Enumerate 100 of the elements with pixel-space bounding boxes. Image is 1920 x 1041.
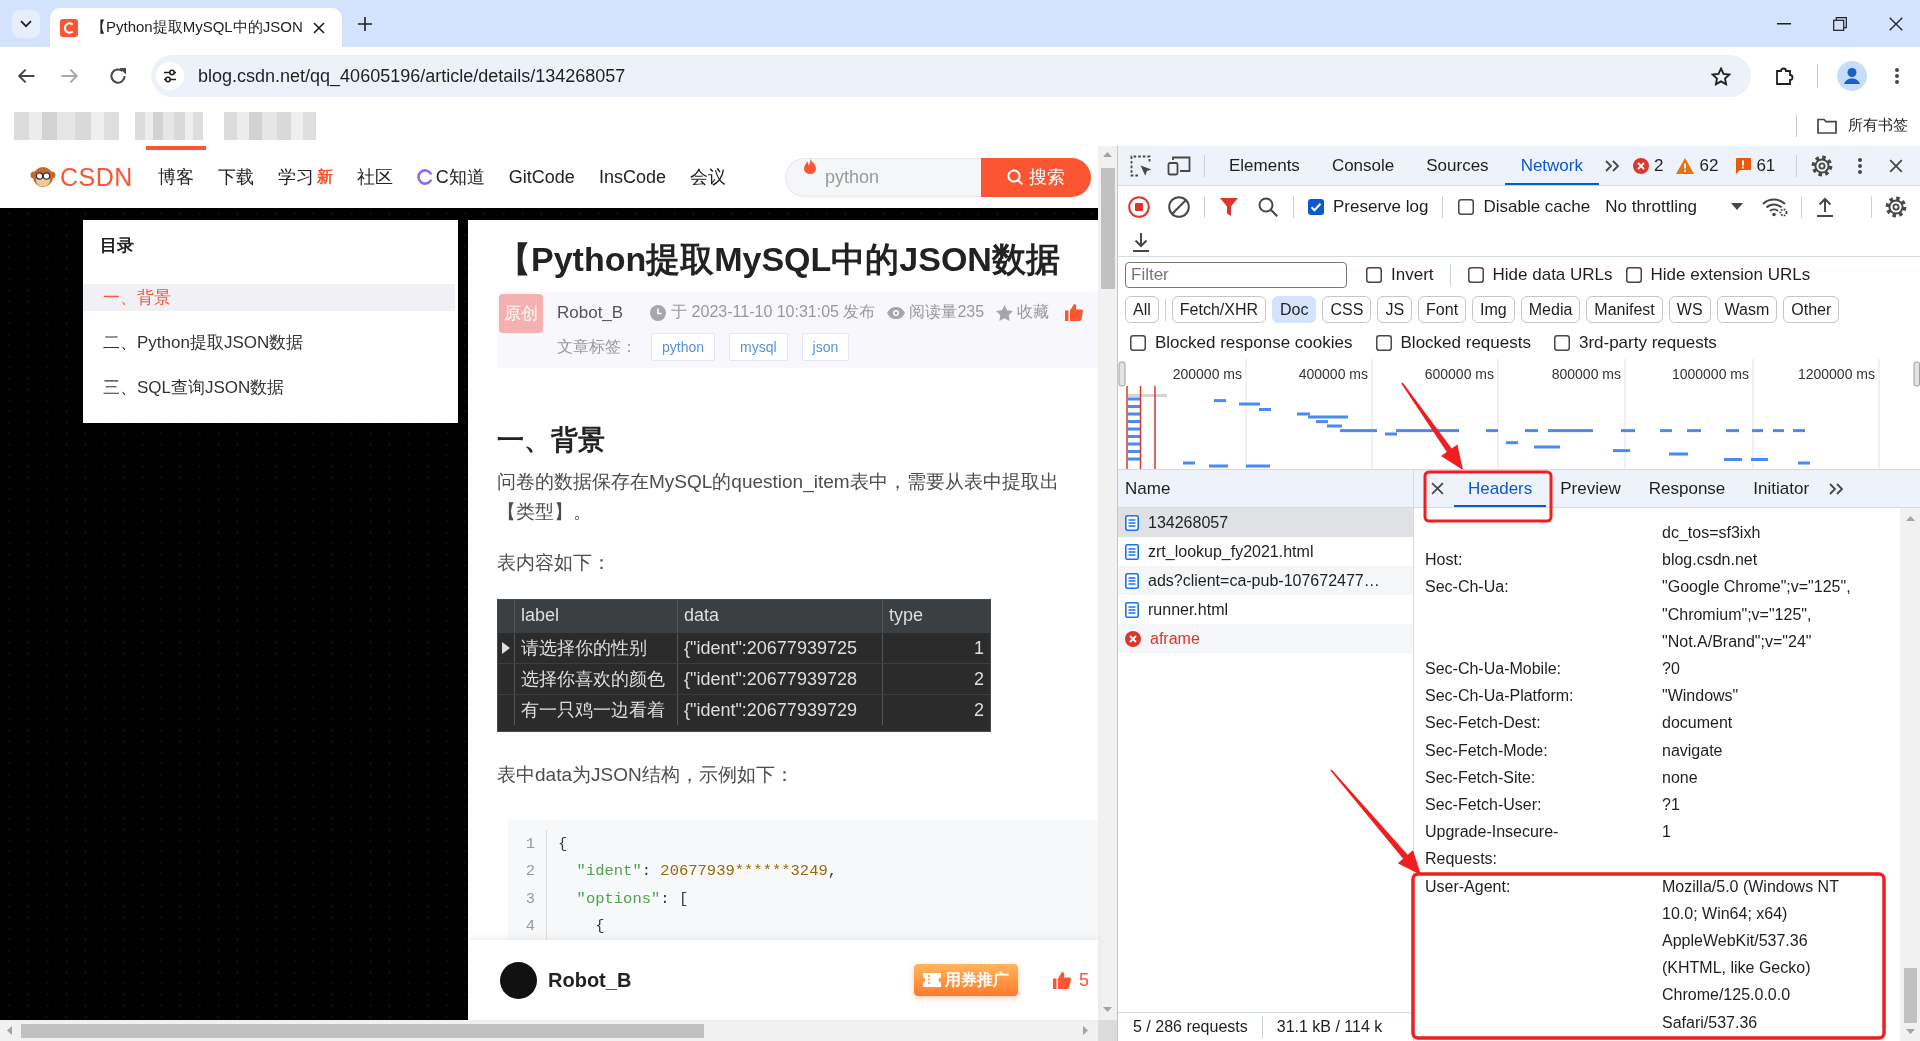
checkbox[interactable] [1458, 198, 1475, 215]
author-link[interactable]: Robot_B [557, 302, 624, 323]
request-row[interactable]: runner.html [1118, 595, 1413, 624]
back-icon[interactable] [17, 68, 35, 84]
toc-item[interactable]: 二、Python提取JSON数据 [83, 329, 455, 356]
plus-icon[interactable] [358, 16, 372, 31]
settings-icon[interactable] [1811, 154, 1833, 177]
chevrons-right-icon[interactable] [1605, 159, 1619, 172]
details-tab[interactable]: Preview [1546, 470, 1635, 507]
type-filter-button[interactable]: Font [1418, 296, 1467, 323]
request-row[interactable]: ads?client=ca-pub-107672477… [1118, 566, 1413, 595]
checkbox[interactable] [1308, 198, 1324, 215]
filter-option[interactable]: Hide extension URLs [1625, 264, 1811, 285]
scrollbar-thumb[interactable] [21, 1023, 704, 1038]
devtools-tab[interactable]: Elements [1213, 146, 1316, 185]
tick-label: 1200000 ms [1797, 366, 1875, 382]
type-filter-button[interactable]: WS [1668, 296, 1711, 323]
search-icon[interactable] [1258, 196, 1278, 217]
checkbox[interactable] [1130, 335, 1146, 351]
request-row[interactable]: 134268057 [1118, 508, 1413, 537]
range-handle[interactable] [1913, 361, 1920, 387]
filter-icon[interactable] [1220, 197, 1238, 216]
range-handle[interactable] [1118, 361, 1126, 387]
type-filter-button[interactable]: Manifest [1586, 296, 1663, 323]
scrollbar-thumb[interactable] [1100, 168, 1115, 289]
close-icon[interactable] [1431, 482, 1444, 495]
star-outline-icon[interactable] [1711, 66, 1731, 86]
type-filter-button[interactable]: Media [1520, 296, 1581, 323]
checkbox[interactable] [1467, 266, 1484, 283]
blurred-bookmark [135, 111, 203, 140]
nav-link[interactable]: 会议 [677, 146, 738, 208]
devtools-tab[interactable]: Console [1315, 146, 1411, 185]
tab-search-button[interactable] [12, 9, 40, 38]
nav-link[interactable]: 社区 [344, 146, 405, 208]
nav-link[interactable]: 学习 新 [265, 146, 345, 208]
settings-icon[interactable] [1884, 195, 1907, 218]
more-icon[interactable] [1895, 68, 1899, 84]
type-filter-button[interactable]: Other [1783, 296, 1840, 323]
checkbox[interactable] [1366, 266, 1382, 283]
profile-icon[interactable] [1837, 61, 1867, 91]
close-icon[interactable] [313, 21, 325, 34]
details-tab[interactable]: Response [1634, 470, 1740, 507]
header-name: Sec-Fetch-Dest: [1425, 713, 1541, 734]
document-icon [1125, 514, 1139, 531]
checkbox[interactable] [1375, 335, 1392, 351]
chevrons-right-icon[interactable] [1829, 482, 1844, 495]
puzzle-icon[interactable] [1775, 66, 1795, 86]
filter-option[interactable]: Blocked response cookies [1130, 333, 1353, 353]
type-filter-button[interactable]: Fetch/XHR [1171, 296, 1267, 323]
upload-icon[interactable] [1815, 196, 1834, 217]
clear-icon[interactable] [1168, 195, 1190, 218]
preserve-log-option[interactable]: Preserve log [1308, 196, 1429, 217]
record-stop-icon[interactable] [1128, 195, 1150, 218]
filter-option[interactable]: 3rd-party requests [1553, 333, 1717, 353]
devtools-tab[interactable]: Sources [1410, 146, 1505, 185]
nav-link[interactable]: InsCode [586, 146, 678, 208]
close-icon[interactable] [1889, 158, 1903, 173]
column-header[interactable]: Name [1125, 478, 1171, 499]
reload-icon[interactable] [109, 67, 127, 85]
details-tab[interactable]: Headers [1454, 470, 1547, 507]
error-counter[interactable]: 2 [1633, 155, 1664, 176]
wifi-gear-icon[interactable] [1761, 196, 1788, 217]
type-filter-button[interactable]: Wasm [1716, 296, 1778, 323]
type-filter-button[interactable]: Doc [1272, 296, 1317, 323]
more-icon[interactable] [1858, 157, 1862, 174]
restore-icon[interactable] [1833, 16, 1847, 31]
issue-counter[interactable]: 61 [1735, 155, 1776, 176]
close-icon[interactable] [1889, 16, 1903, 31]
nav-link[interactable]: C知道 [404, 146, 497, 208]
search-field[interactable]: python [785, 157, 981, 197]
minimize-icon[interactable] [1777, 22, 1791, 25]
checkbox[interactable] [1553, 335, 1570, 351]
scrollbar-corner [1098, 1020, 1117, 1041]
type-filter-button[interactable]: CSS [1322, 296, 1372, 323]
filter-field[interactable]: Filter [1125, 261, 1347, 288]
checkbox[interactable] [1625, 266, 1642, 283]
filter-option[interactable]: Hide data URLs [1467, 264, 1613, 285]
device-icon[interactable] [1167, 155, 1191, 176]
address-field[interactable]: blog.csdn.net/qq_40605196/article/details/134268057 [151, 55, 1751, 97]
bookmarks-folder-button[interactable]: 所有书签 [1817, 116, 1908, 135]
browser-tab[interactable]: 【Python提取MySQL中的JSON [50, 8, 342, 47]
type-filter-button[interactable]: Img [1472, 296, 1515, 323]
filter-option[interactable]: Blocked requests [1375, 333, 1531, 353]
filter-option[interactable]: Invert [1366, 264, 1434, 285]
throttling-select[interactable]: No throttling [1605, 196, 1743, 217]
devtools-tab[interactable]: Network [1504, 146, 1599, 185]
toc-item[interactable]: 三、SQL查询JSON数据 [83, 374, 455, 401]
scrollbar-thumb[interactable] [1903, 968, 1917, 1023]
inspect-icon[interactable] [1130, 154, 1152, 177]
tune-icon[interactable] [156, 62, 184, 90]
download-icon[interactable] [1132, 231, 1150, 252]
type-filter-button[interactable]: JS [1377, 296, 1413, 323]
disable-cache-option[interactable]: Disable cache [1458, 196, 1591, 217]
details-tab[interactable]: Initiator [1739, 470, 1824, 507]
nav-link[interactable]: 下载 [205, 146, 266, 208]
request-row[interactable]: zrt_lookup_fy2021.html [1118, 537, 1413, 566]
request-row[interactable]: aframe [1118, 624, 1413, 653]
type-filter-button[interactable]: All [1125, 296, 1159, 323]
nav-link[interactable]: GitCode [496, 146, 587, 208]
warning-counter[interactable]: 62 [1676, 155, 1719, 176]
